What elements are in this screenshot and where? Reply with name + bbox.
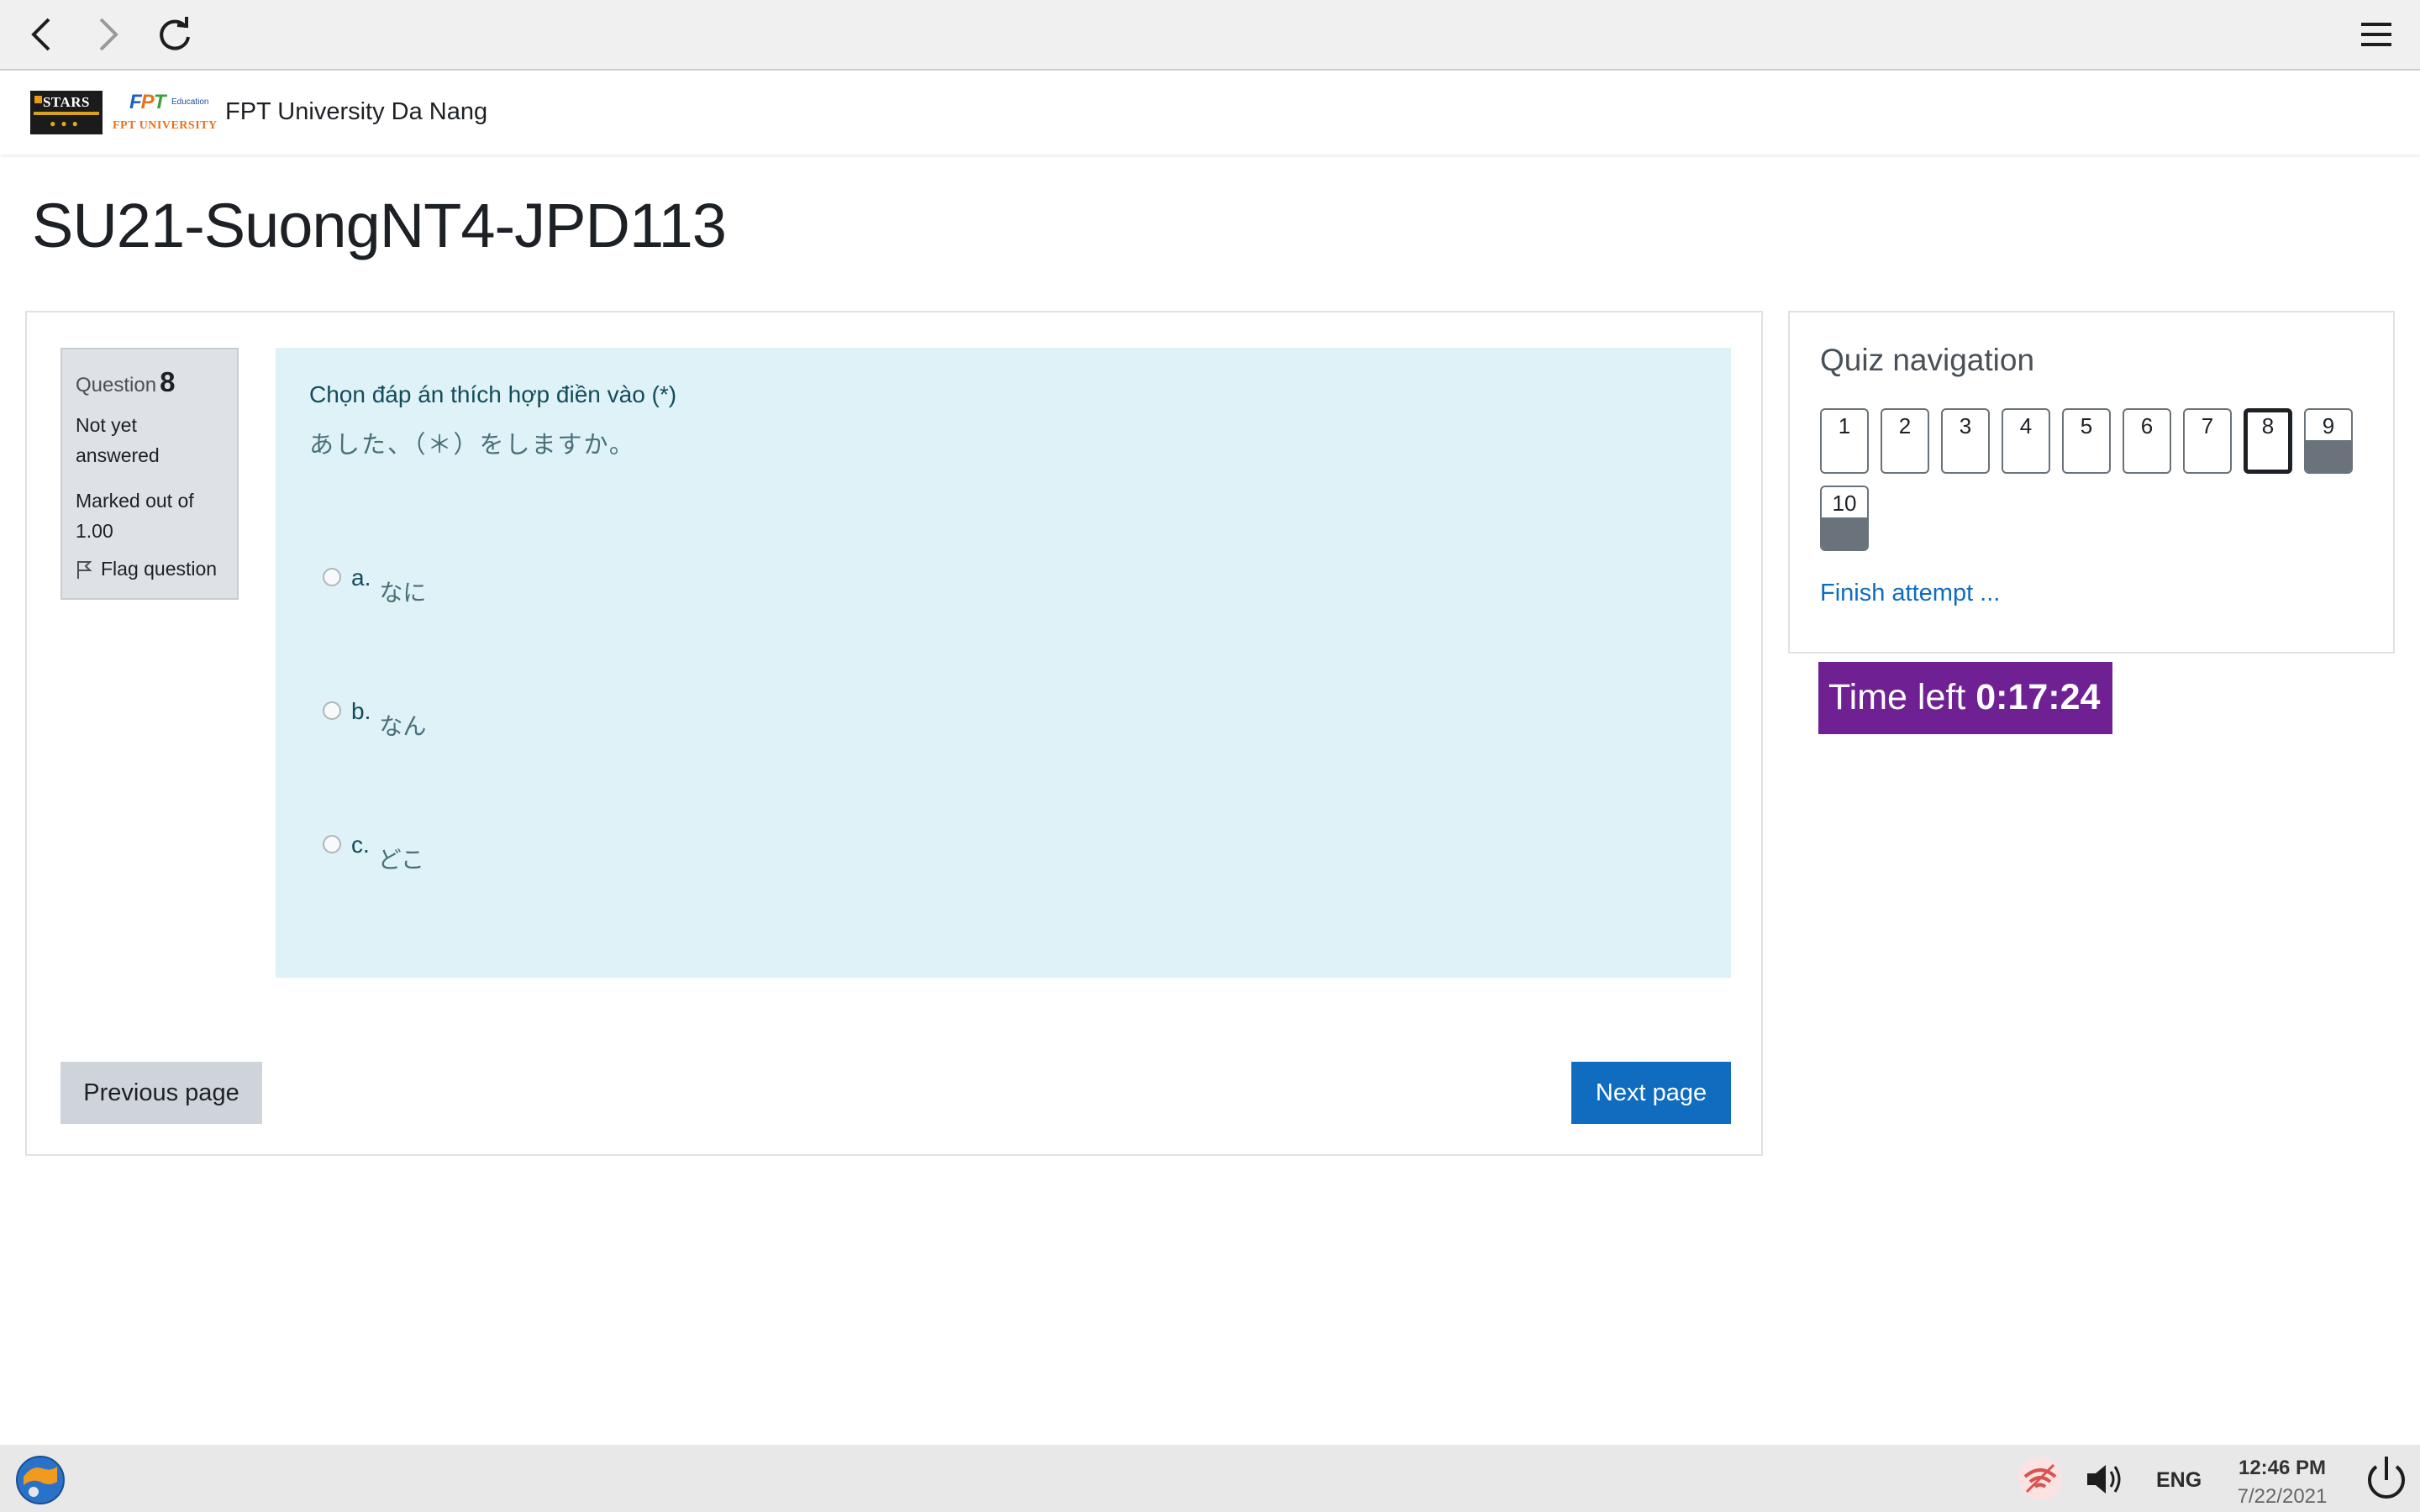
hamburger-menu-icon[interactable] xyxy=(2353,11,2400,58)
answer-option-c[interactable]: c. どこ xyxy=(323,832,424,875)
quiz-nav-label-10: 10 xyxy=(1832,491,1857,516)
answer-option-a[interactable]: a. なに xyxy=(323,564,426,608)
question-grade-line-2: 1.00 xyxy=(76,520,113,542)
back-icon[interactable] xyxy=(18,11,66,58)
quiz-nav-label-2: 2 xyxy=(1898,413,1912,438)
question-grade: Marked out of 1.00 xyxy=(76,486,224,546)
flag-question-label: Flag question xyxy=(101,558,218,580)
quiz-navigation-title: Quiz navigation xyxy=(1820,343,2035,377)
volume-icon[interactable] xyxy=(2081,1455,2129,1504)
quiz-nav-label-4: 4 xyxy=(2019,413,2033,438)
clock-date: 7/22/2021 xyxy=(2237,1485,2328,1508)
question-grade-line-1: Marked out of xyxy=(76,490,194,512)
time-left-label: Time left xyxy=(1828,677,1966,717)
keyboard-language-indicator[interactable]: ENG xyxy=(2156,1468,2202,1493)
question-content: Chọn đáp án thích hợp điền vào (*) あした、（… xyxy=(276,348,1731,978)
answer-radio-b[interactable] xyxy=(323,701,341,720)
answer-text-c: どこ xyxy=(377,846,424,874)
answer-text-a: なに xyxy=(379,579,427,606)
quiz-nav-question-3[interactable]: 3 xyxy=(1941,408,1990,474)
question-state: Not yet answered xyxy=(76,410,224,470)
forward-icon[interactable] xyxy=(84,11,131,58)
quiz-nav-question-9[interactable]: 9 xyxy=(2304,408,2353,474)
quiz-nav-question-7[interactable]: 7 xyxy=(2183,408,2232,474)
question-state-line-1: Not yet xyxy=(76,414,137,436)
flag-question-button[interactable]: Flag question xyxy=(76,558,224,580)
quiz-nav-status-fill-9 xyxy=(2306,440,2351,472)
question-number-line: Question 8 xyxy=(76,366,224,398)
quiz-nav-label-7: 7 xyxy=(2201,413,2214,438)
quiz-nav-label-3: 3 xyxy=(1959,413,1972,438)
answer-letter-a: a. xyxy=(351,564,371,591)
quiz-nav-label-1: 1 xyxy=(1838,413,1851,438)
question-state-line-2: answered xyxy=(76,444,160,466)
os-taskbar: ENG 12:46 PM 7/22/2021 xyxy=(0,1445,2420,1512)
time-left-value: 0:17:24 xyxy=(1975,677,2101,717)
site-name-link[interactable]: FPT University Da Nang xyxy=(225,98,487,126)
quiz-nav-question-5[interactable]: 5 xyxy=(2062,408,2111,474)
quiz-nav-label-9: 9 xyxy=(2322,413,2335,438)
wifi-disconnected-icon[interactable] xyxy=(2015,1453,2065,1504)
clock-time: 12:46 PM xyxy=(2238,1457,2327,1479)
power-icon[interactable] xyxy=(2360,1452,2413,1505)
question-info-panel: Question 8 Not yet answered Marked out of… xyxy=(60,348,239,600)
fpt-university-logo[interactable]: FPT Education FPT UNIVERSITY xyxy=(111,91,224,138)
answer-letter-b: b. xyxy=(351,698,371,724)
stars-logo-bar xyxy=(34,112,99,115)
question-sentence: あした、（＊）をしますか。 xyxy=(309,430,635,459)
question-region: Question 8 Not yet answered Marked out of… xyxy=(25,311,1763,1156)
answer-letter-c: c. xyxy=(351,832,370,858)
site-header: STARS ●●● FPT Education FPT UNIVERSITY F… xyxy=(0,71,2420,155)
page-title: SU21-SuongNT4-JPD113 xyxy=(32,191,727,260)
quiz-nav-question-10[interactable]: 10 xyxy=(1820,486,1869,551)
quiz-nav-question-1[interactable]: 1 xyxy=(1820,408,1869,474)
stars-logo[interactable]: STARS ●●● xyxy=(30,91,103,134)
quiz-nav-label-6: 6 xyxy=(2140,413,2154,438)
answer-radio-a[interactable] xyxy=(323,568,341,586)
quiz-navigation-panel: Quiz navigation 1 2 3 4 5 6 7 8 9 10 Fin… xyxy=(1788,311,2395,654)
previous-page-button[interactable]: Previous page xyxy=(60,1062,262,1124)
next-page-button[interactable]: Next page xyxy=(1571,1062,1731,1124)
stars-logo-dots: ●●● xyxy=(50,118,83,129)
answer-radio-c[interactable] xyxy=(323,835,341,853)
fpt-logo-education: Education xyxy=(171,97,209,107)
quiz-nav-label-5: 5 xyxy=(2080,413,2093,438)
reload-icon[interactable] xyxy=(151,11,198,58)
quiz-nav-question-8-current[interactable]: 8 xyxy=(2244,408,2292,474)
answer-text-b: なん xyxy=(379,712,427,740)
start-menu-icon[interactable] xyxy=(13,1453,67,1507)
fpt-logo-university: FPT UNIVERSITY xyxy=(113,119,218,132)
quiz-nav-question-6[interactable]: 6 xyxy=(2123,408,2171,474)
question-label: Question xyxy=(76,374,157,396)
question-prompt: Chọn đáp án thích hợp điền vào (*) xyxy=(309,381,677,407)
quiz-nav-status-fill-10 xyxy=(1822,517,1867,549)
system-clock[interactable]: 12:46 PM 7/22/2021 xyxy=(2218,1457,2346,1509)
fpt-logo-text: FPT xyxy=(129,91,166,113)
browser-toolbar xyxy=(0,0,2420,71)
flag-icon xyxy=(76,559,92,580)
stars-logo-text: STARS xyxy=(42,94,91,110)
question-number: 8 xyxy=(160,366,176,397)
quiz-nav-label-8: 8 xyxy=(2261,413,2275,438)
answer-option-b[interactable]: b. なん xyxy=(323,698,426,742)
time-left-timer: Time left 0:17:24 xyxy=(1818,662,2112,734)
quiz-nav-question-4[interactable]: 4 xyxy=(2002,408,2050,474)
quiz-nav-question-2[interactable]: 2 xyxy=(1881,408,1929,474)
finish-attempt-link[interactable]: Finish attempt ... xyxy=(1820,580,2000,607)
